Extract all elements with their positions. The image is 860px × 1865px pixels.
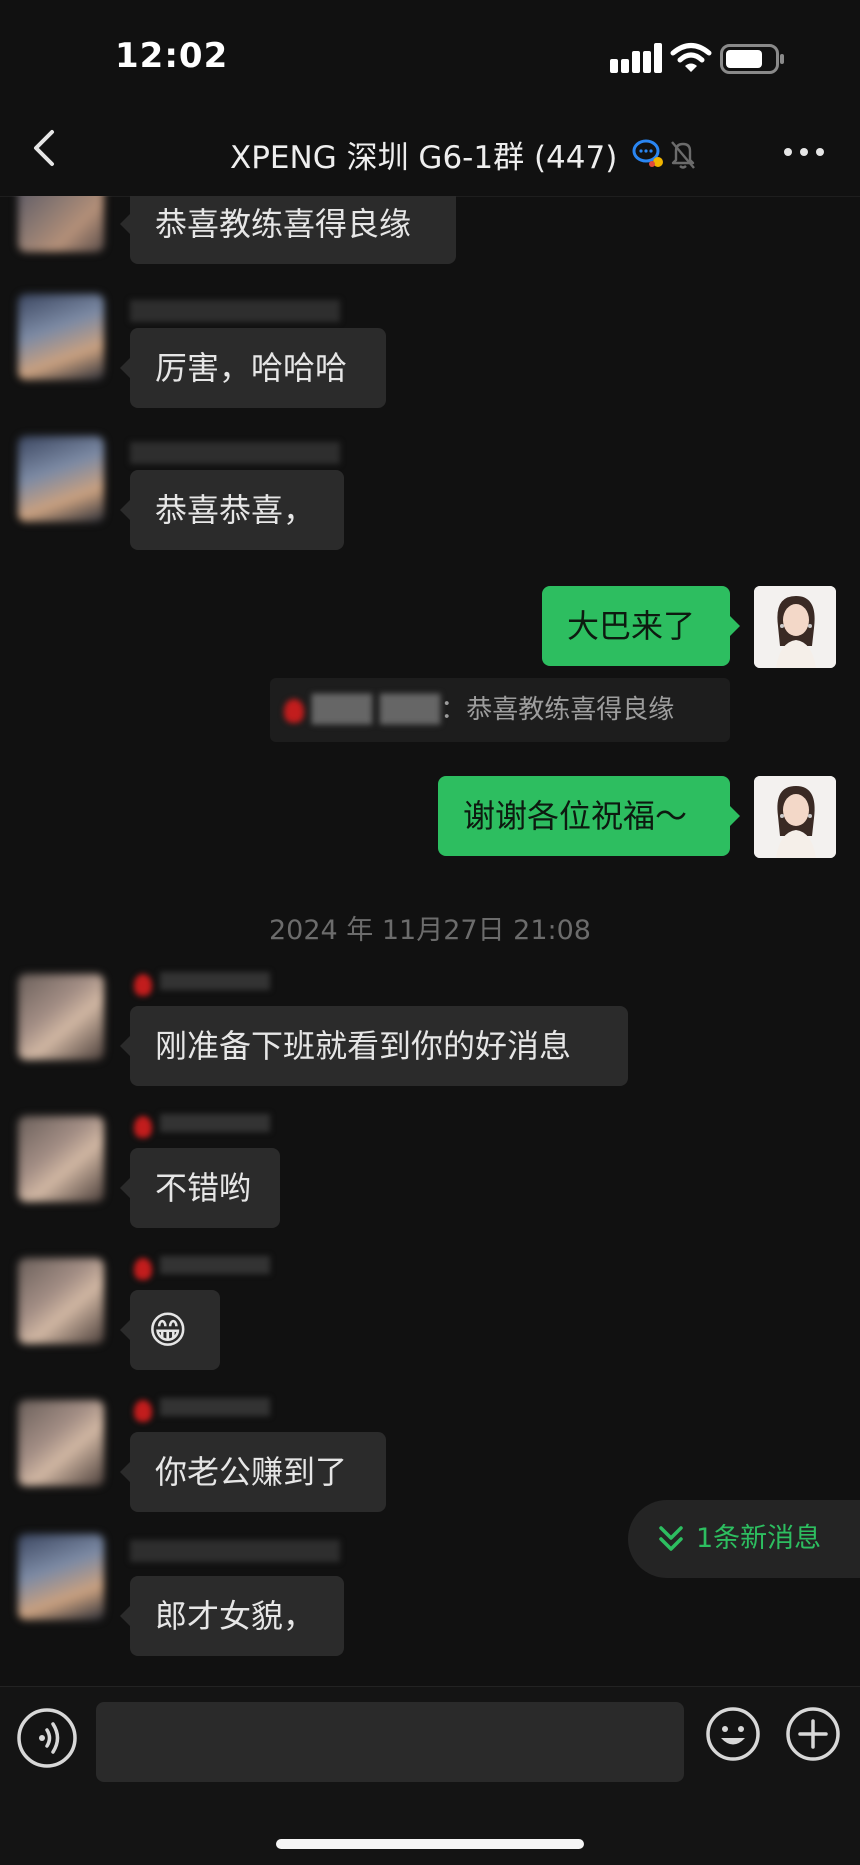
message-text: 恭喜教练喜得良缘 [155, 205, 412, 243]
sender-name [134, 1398, 270, 1422]
battery-icon [720, 44, 784, 74]
sender-name [134, 1256, 270, 1280]
chat-title-icons [632, 139, 695, 169]
message-text: 恭喜恭喜， [155, 491, 316, 529]
message-list[interactable]: 恭喜教练喜得良缘 厉害，哈哈哈 恭喜恭喜， 大巴来了 ███ ███：恭喜教练喜… [0, 196, 860, 1686]
message-text: 刚准备下班就看到你的好消息 [155, 1027, 572, 1065]
message-bubble[interactable]: 😁 [120, 1290, 220, 1370]
message-bubble[interactable]: 郎才女貌， [120, 1576, 344, 1656]
sender-name [130, 442, 340, 464]
home-indicator[interactable] [276, 1839, 584, 1849]
message-text: 郎才女貌， [155, 1597, 316, 1635]
quoted-text: ：恭喜教练喜得良缘 [440, 695, 675, 725]
avatar[interactable] [18, 1534, 104, 1620]
sender-name [134, 1114, 270, 1138]
status-time: 12:02 [115, 36, 229, 76]
sender-name [130, 300, 340, 322]
input-bar [0, 1686, 860, 1865]
message-text: 谢谢各位祝福～ [463, 797, 688, 835]
grin-emoji: 😁 [148, 1308, 188, 1352]
message-bubble[interactable]: 不错哟 [120, 1148, 280, 1228]
cellular-signal-icon [610, 43, 662, 73]
message-bubble[interactable]: 恭喜教练喜得良缘 [120, 196, 456, 264]
avatar[interactable] [18, 294, 104, 380]
message-bubble[interactable]: 刚准备下班就看到你的好消息 [120, 1006, 628, 1086]
message-text: 大巴来了 [567, 607, 696, 645]
message-bubble[interactable]: 恭喜恭喜， [120, 470, 344, 550]
message-text: 厉害，哈哈哈 [155, 349, 348, 387]
avatar[interactable] [18, 436, 104, 522]
plus-icon[interactable] [784, 1705, 842, 1763]
emoji-icon[interactable] [704, 1705, 762, 1763]
sender-name [134, 972, 270, 996]
avatar[interactable] [18, 1116, 104, 1202]
message-text: 你老公赚到了 [155, 1453, 348, 1491]
chat-header: XPENG 深圳 G6-1群 (447) [0, 110, 860, 197]
back-icon[interactable] [22, 124, 70, 172]
new-messages-button[interactable]: 1条新消息 [628, 1500, 860, 1578]
timestamp: 2024 年 11月27日 21:08 [269, 915, 591, 946]
avatar[interactable] [18, 1258, 104, 1344]
message-bubble[interactable]: 厉害，哈哈哈 [120, 328, 386, 408]
new-messages-label: 1条新消息 [696, 1523, 822, 1554]
my-message-bubble[interactable]: 谢谢各位祝福～ [438, 776, 740, 856]
avatar[interactable] [18, 196, 104, 252]
wifi-icon [670, 43, 712, 72]
quoted-sender: ███ ███ [284, 678, 440, 742]
avatar[interactable] [18, 1400, 104, 1486]
quoted-reply[interactable]: ███ ███：恭喜教练喜得良缘 [270, 678, 730, 742]
my-avatar[interactable] [754, 776, 836, 858]
avatar[interactable] [18, 974, 104, 1060]
status-bar: 12:02 [0, 0, 860, 110]
chat-title: XPENG 深圳 G6-1群 (447) [230, 140, 618, 176]
voice-icon[interactable] [14, 1705, 80, 1771]
message-text: 不错哟 [155, 1169, 252, 1207]
sender-name [130, 1540, 340, 1562]
my-avatar[interactable] [754, 586, 836, 668]
double-chevron-down-icon [659, 1526, 683, 1551]
my-message-bubble[interactable]: 大巴来了 [542, 586, 740, 666]
more-icon[interactable] [780, 132, 828, 172]
group-chat-icon [632, 139, 663, 167]
mute-bell-icon [671, 141, 695, 169]
message-bubble[interactable]: 你老公赚到了 [120, 1432, 386, 1512]
message-input[interactable] [96, 1702, 684, 1782]
